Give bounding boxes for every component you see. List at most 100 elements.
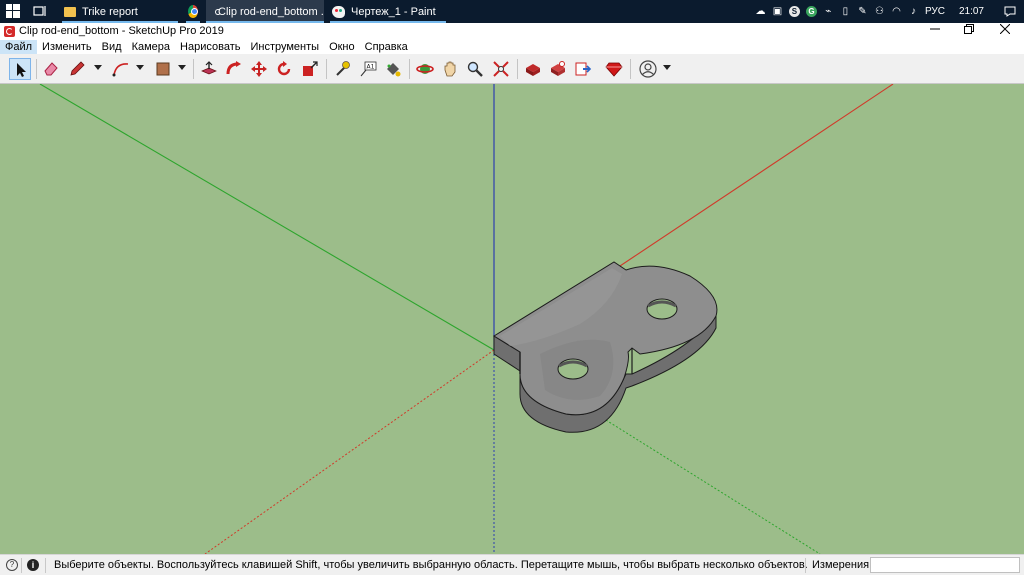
instructor-info-icon[interactable]: i [27,559,39,571]
system-tray: ☁ ▣ S G ⌁ ▯ ✎ ⚇ ◠ ♪ РУС 21:07 [755,0,1024,23]
tape-measure-icon [336,61,350,76]
extension-manager-tool-button[interactable] [603,58,625,80]
taskbar-task-chrome[interactable] [182,0,204,23]
follow-me-tool-button[interactable] [223,58,245,80]
battery-icon[interactable]: ▯ [840,6,851,17]
cloud-icon[interactable]: ☁ [755,6,766,17]
close-icon [999,23,1011,35]
move-tool-button[interactable] [248,58,270,80]
task-view-icon[interactable] [33,4,47,18]
text-label-icon: A1 [360,61,377,77]
red-axis-hidden-line [204,349,495,554]
arc-tool-dropdown[interactable] [136,65,144,70]
rectangle-icon [156,62,170,76]
scale-icon [303,61,318,76]
taskbar-task-label: Clip rod-end_bottom ... [218,5,324,18]
status-bar: ? i Выберите объекты. Воспользуйтесь кла… [0,554,1024,575]
zoom-extents-tool-button[interactable] [490,58,512,80]
menu-view[interactable]: Вид [97,40,127,54]
sketchup-app-icon[interactable] [4,26,15,37]
taskbar-task-sketchup[interactable]: Clip rod-end_bottom ... [206,0,324,23]
tape-measure-tool-button[interactable] [331,58,353,80]
shape-tool-button[interactable] [152,58,174,80]
model-canvas[interactable] [0,84,1024,554]
svg-text:A1: A1 [367,64,375,71]
clip-rod-end-model[interactable] [493,261,718,433]
skype-icon[interactable]: S [788,6,800,17]
rotate-icon [277,61,291,76]
pen-icon[interactable]: ✎ [857,6,868,17]
taskbar: Trike report Clip rod-end_bottom ... Чер… [0,0,1024,23]
paint-bucket-tool-button[interactable] [382,58,404,80]
status-message: Выберите объекты. Воспользуйтесь клавише… [54,559,808,571]
restore-icon [964,24,974,34]
minimize-button[interactable] [918,23,952,40]
measurements-label: Измерения [812,559,870,571]
chrome-icon [188,5,198,18]
measurements-input[interactable] [870,557,1020,573]
rotate-tool-button[interactable] [273,58,295,80]
orbit-tool-button[interactable] [414,58,436,80]
move-icon [251,61,267,77]
close-button[interactable] [988,23,1022,40]
warehouse-icon [526,64,540,76]
select-tool-button[interactable] [9,58,31,80]
minimize-icon [930,28,940,30]
menu-window[interactable]: Окно [324,40,360,54]
push-pull-tool-button[interactable] [198,58,220,80]
guard-icon[interactable]: G [805,6,817,17]
menu-help[interactable]: Справка [360,40,413,54]
pan-tool-button[interactable] [439,58,461,80]
orbit-icon [416,64,434,74]
paint-bucket-icon [387,63,401,77]
notifications-icon[interactable] [1004,6,1016,17]
model-viewport[interactable] [0,84,1024,554]
arc-icon [112,63,129,77]
green-axis-line [39,84,495,351]
taskbar-task-trike-report[interactable]: Trike report [58,0,182,23]
windows-start-icon[interactable] [6,4,20,18]
hand-pan-icon [444,61,456,77]
zoom-tool-button[interactable] [464,58,486,80]
zoom-extents-icon [493,61,509,77]
menu-edit[interactable]: Изменить [37,40,97,54]
menu-draw[interactable]: Нарисовать [175,40,245,54]
account-tool-button[interactable] [637,58,659,80]
text-tool-button[interactable]: A1 [357,58,379,80]
ruby-gem-icon [605,62,623,77]
window-title: Clip rod-end_bottom - SketchUp Pro 2019 [19,25,224,37]
eraser-icon [44,62,58,76]
scale-tool-button[interactable] [299,58,321,80]
clock[interactable]: 21:07 [959,6,984,17]
wifi-icon[interactable]: ◠ [891,6,902,17]
menu-bar: Файл Изменить Вид Камера Нарисовать Инст… [0,40,1024,54]
large-toolset-toolbar: A1 [0,54,1024,84]
menu-tools[interactable]: Инструменты [245,40,324,54]
line-tool-button[interactable] [66,58,88,80]
restore-button[interactable] [952,23,986,40]
menu-file[interactable]: Файл [0,40,38,54]
title-bar: Clip rod-end_bottom - SketchUp Pro 2019 [0,23,1024,40]
pencil-icon [70,61,85,76]
volume-icon[interactable]: ♪ [908,6,919,17]
send-to-layout-tool-button[interactable] [572,58,594,80]
geolocation-icon[interactable]: ? [6,559,18,571]
taskbar-task-paint[interactable]: Чертеж_1 - Paint [326,0,450,23]
menu-camera[interactable]: Камера [127,40,175,54]
folder-icon [64,6,76,17]
select-arrow-icon [17,63,26,77]
usb-icon[interactable]: ⌁ [823,6,834,17]
paint-icon [332,5,345,18]
shape-tool-dropdown[interactable] [178,65,186,70]
account-dropdown[interactable] [663,65,671,70]
3d-warehouse-tool-button[interactable] [522,58,544,80]
magnifier-icon [467,61,483,77]
arc-tool-button[interactable] [110,58,132,80]
taskbar-task-label: Trike report [82,5,138,18]
line-tool-dropdown[interactable] [94,65,102,70]
camera-icon[interactable]: ▣ [772,6,783,17]
eraser-tool-button[interactable] [40,58,62,80]
language-indicator[interactable]: РУС [925,6,945,17]
extension-warehouse-tool-button[interactable] [547,58,569,80]
people-icon[interactable]: ⚇ [874,6,885,17]
